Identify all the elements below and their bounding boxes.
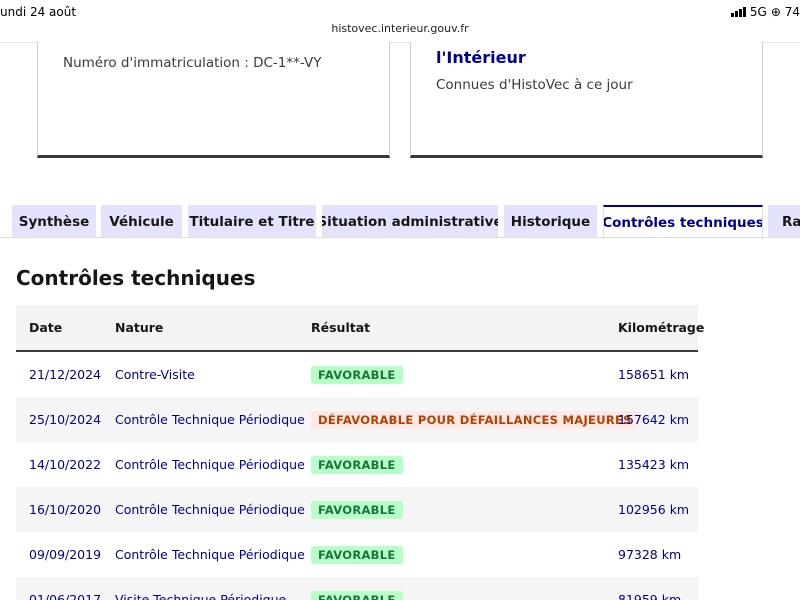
row-date: 01/06/2017	[29, 592, 102, 600]
row-date: 25/10/2024	[29, 412, 102, 427]
ministry-heading: l'Intérieur	[436, 48, 526, 67]
tab-situation-administrative[interactable]: Situation administrative	[322, 205, 498, 238]
column-header-mileage: Kilométrage	[618, 320, 705, 335]
tab-divider	[0, 237, 800, 238]
row-nature: Contrôle Technique Périodique	[115, 502, 305, 517]
address-bar[interactable]: histovec.interieur.gouv.fr	[0, 22, 800, 35]
cellular-signal-icon	[730, 7, 746, 17]
result-badge: DÉFAVORABLE POUR DÉFAILLANCES MAJEURES	[311, 410, 639, 429]
table-row: 21/12/2024 Contre-Visite FAVORABLE 15865…	[16, 352, 698, 397]
table-row: 25/10/2024 Contrôle Technique Périodique…	[16, 397, 698, 442]
ministry-card: l'Intérieur Connues d'HistoVec à ce jour	[410, 42, 763, 158]
table-row: 16/10/2020 Contrôle Technique Périodique…	[16, 487, 698, 532]
tab-titulaire-titre[interactable]: Titulaire et Titre	[188, 205, 316, 238]
status-date: undi 24 août	[0, 5, 77, 19]
result-badge: FAVORABLE	[311, 545, 403, 564]
registration-number: Numéro d'immatriculation : DC-1**-VY	[63, 55, 322, 71]
row-mileage: 102956 km	[618, 502, 690, 517]
tab-controles-techniques[interactable]: Contrôles techniques	[603, 205, 763, 239]
tab-vehicule[interactable]: Véhicule	[101, 205, 182, 238]
row-nature: Contrôle Technique Périodique	[115, 457, 305, 472]
result-badge: FAVORABLE	[311, 455, 403, 474]
row-nature: Contrôle Technique Périodique	[115, 412, 305, 427]
table-header: Date Nature Résultat Kilométrage	[16, 305, 704, 352]
status-bar: undi 24 août 5G ⊕ 74	[0, 0, 800, 22]
result-badge: FAVORABLE	[311, 365, 403, 384]
status-extra: ⊕ 74	[770, 5, 800, 19]
tab-historique[interactable]: Historique	[504, 205, 597, 238]
page-title: Contrôles techniques	[16, 266, 256, 290]
table-row: 01/06/2017 Visite Technique Périodique F…	[16, 577, 698, 600]
column-header-result: Résultat	[311, 320, 371, 335]
row-mileage: 157642 km	[618, 412, 690, 427]
row-date: 16/10/2020	[29, 502, 102, 517]
row-mileage: 81959 km	[618, 592, 682, 600]
row-nature: Visite Technique Périodique	[115, 592, 287, 600]
registration-card: Numéro d'immatriculation : DC-1**-VY	[37, 42, 390, 158]
result-badge: FAVORABLE	[311, 500, 403, 519]
ministry-subtext: Connues d'HistoVec à ce jour	[436, 77, 633, 93]
tab-bar: Synthèse Véhicule Titulaire et Titre Sit…	[0, 205, 800, 239]
tab-rapport[interactable]: Rap	[768, 205, 800, 238]
result-badge: FAVORABLE	[311, 590, 403, 600]
column-header-nature: Nature	[115, 320, 164, 335]
row-mileage: 97328 km	[618, 547, 682, 562]
row-mileage: 135423 km	[618, 457, 690, 472]
row-date: 21/12/2024	[29, 367, 102, 382]
inspections-table: Date Nature Résultat Kilométrage 21/12/2…	[16, 305, 704, 600]
row-nature: Contre-Visite	[115, 367, 195, 382]
row-date: 14/10/2022	[29, 457, 102, 472]
tab-synthese[interactable]: Synthèse	[12, 205, 96, 238]
network-type: 5G	[749, 5, 767, 19]
row-date: 09/09/2019	[29, 547, 102, 562]
status-indicators: 5G ⊕ 74	[730, 5, 800, 19]
row-nature: Contrôle Technique Périodique	[115, 547, 305, 562]
table-row: 14/10/2022 Contrôle Technique Périodique…	[16, 442, 698, 487]
column-header-date: Date	[29, 320, 63, 335]
row-mileage: 158651 km	[618, 367, 690, 382]
table-row: 09/09/2019 Contrôle Technique Périodique…	[16, 532, 698, 577]
